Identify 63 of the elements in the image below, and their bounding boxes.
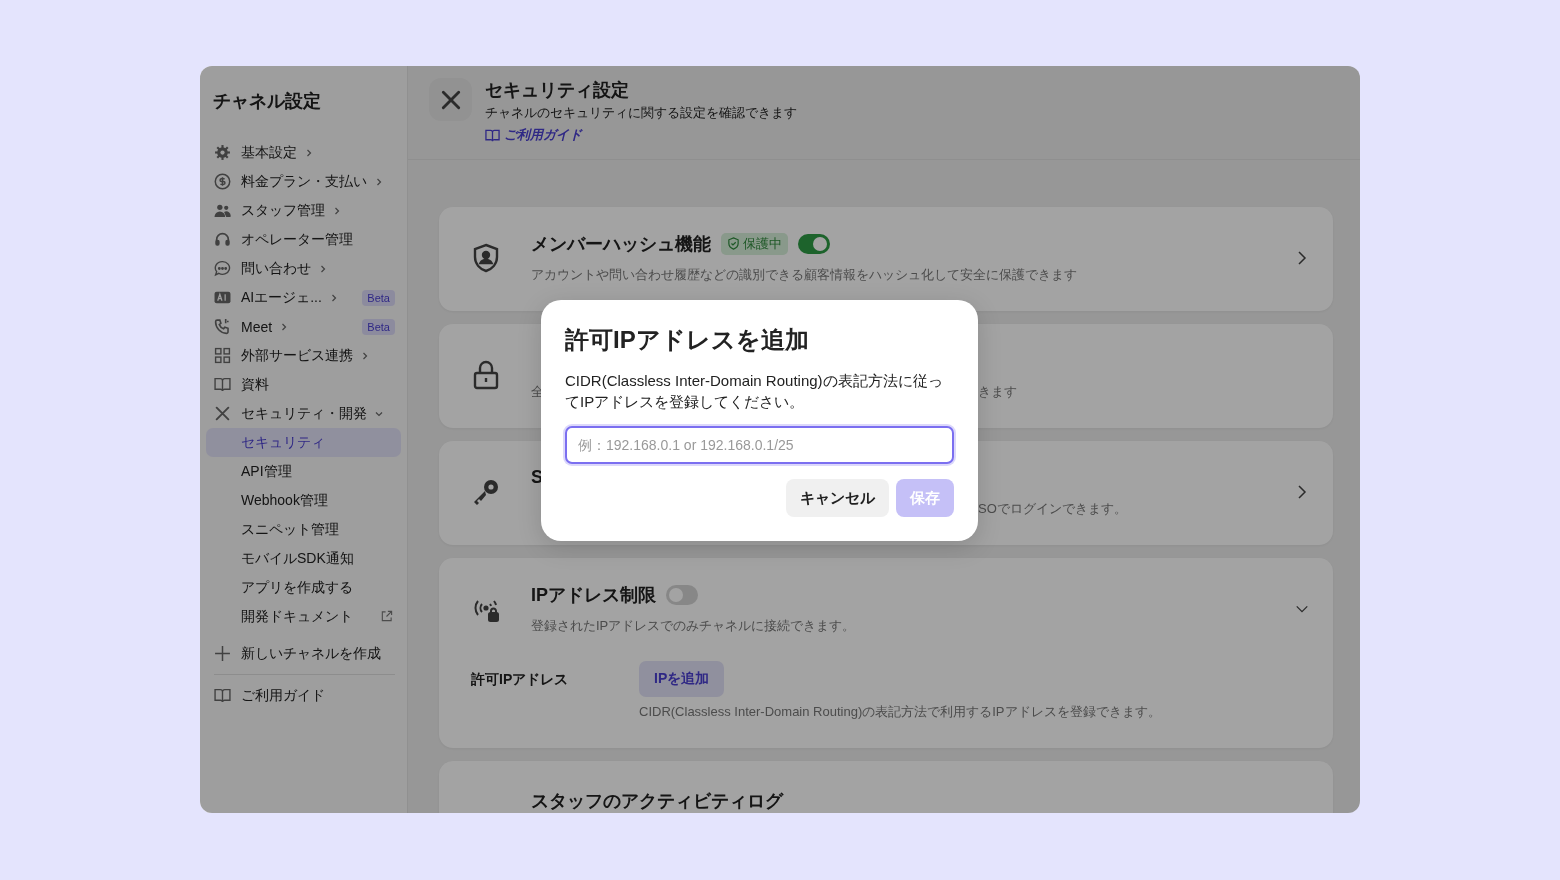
- field-label: 許可IPアドレス: [471, 669, 570, 689]
- sidebar-item[interactable]: 問い合わせ: [206, 254, 401, 283]
- toggle-switch[interactable]: [798, 233, 830, 254]
- sidebar-subitem[interactable]: Webhook管理: [206, 486, 401, 515]
- sidebar-title: チャネル設定: [212, 90, 322, 113]
- chat-icon: [214, 260, 231, 277]
- card-title: メンバーハッシュ機能: [531, 232, 711, 256]
- card-description: SOでログインできます。: [978, 499, 1127, 518]
- tools-icon: [214, 405, 231, 422]
- book-icon: [485, 127, 500, 143]
- chevron-right-icon[interactable]: [1295, 483, 1309, 500]
- sidebar-item[interactable]: 料金プラン・支払い: [206, 167, 401, 196]
- dialog-title: 許可IPアドレスを追加: [565, 325, 810, 355]
- chevron-right-icon: [374, 176, 384, 187]
- phone-icon: [214, 318, 231, 335]
- hint-text: CIDR(Classless Inter-Domain Routing)の表記方法で利用するIPアドレスを登録できます。: [639, 702, 1161, 721]
- book-icon: [214, 687, 231, 704]
- card-title: IPアドレス制限: [531, 583, 656, 607]
- sidebar-item[interactable]: スタッフ管理: [206, 196, 401, 225]
- grid-icon: [214, 347, 231, 364]
- sidebar-item[interactable]: セキュリティ・開発: [206, 399, 401, 428]
- chevron-right-icon: [318, 263, 328, 274]
- headset-icon: [214, 231, 231, 248]
- card-description: きます: [978, 382, 1017, 401]
- beta-badge: Beta: [362, 289, 395, 306]
- card-title: スタッフのアクティビティログ: [531, 789, 783, 813]
- create-channel-item[interactable]: 新しいチャネルを作成: [206, 639, 401, 668]
- sidebar-subitem[interactable]: API管理: [206, 457, 401, 486]
- sidebar-subitem[interactable]: モバイルSDK通知: [206, 544, 401, 573]
- dollar-icon: [214, 173, 231, 190]
- sidebar-subitem[interactable]: アプリを作成する: [206, 573, 401, 602]
- toggle-switch[interactable]: [666, 584, 698, 605]
- sidebar-item[interactable]: 外部サービス連携: [206, 341, 401, 370]
- chevron-right-icon[interactable]: [1295, 249, 1309, 266]
- sidebar-item[interactable]: Meet Beta: [206, 312, 401, 341]
- dialog-text: CIDR(Classless Inter-Domain Routing)の表記方法に従ってIPアドレスを登録してください。: [565, 371, 944, 412]
- tools-icon: [429, 78, 472, 121]
- sidebar-item[interactable]: AIエージェ... Beta: [206, 283, 401, 312]
- add-ip-button[interactable]: IPを追加: [639, 660, 725, 697]
- status-badge: 保護中: [721, 232, 788, 255]
- beta-badge: Beta: [362, 318, 395, 335]
- chevron-right-icon: [360, 350, 370, 361]
- chevron-right-icon: [332, 205, 342, 216]
- sidebar-item[interactable]: 資料: [206, 370, 401, 399]
- people-icon: [214, 202, 231, 219]
- card-description: アカウントや問い合わせ履歴などの識別できる顧客情報をハッシュ化して安全に保護できます: [531, 266, 1077, 282]
- ip-input-field[interactable]: 例：192.168.0.1 or 192.168.0.1/25: [565, 426, 954, 464]
- card-description: 登録されたIPアドレスでのみチャネルに接続できます。: [531, 617, 856, 633]
- book-icon: [214, 376, 231, 393]
- guide-item[interactable]: ご利用ガイド: [206, 681, 401, 710]
- page-subtitle: チャネルのセキュリティに関する設定を確認できます: [485, 104, 797, 122]
- sidebar-item[interactable]: オペレーター管理: [206, 225, 401, 254]
- guide-link[interactable]: ご利用ガイド: [485, 124, 582, 146]
- gear-icon: [214, 144, 231, 161]
- cancel-button[interactable]: キャンセル: [786, 479, 889, 517]
- page-title: セキュリティ設定: [485, 79, 630, 102]
- sidebar-subitem[interactable]: スニペット管理: [206, 515, 401, 544]
- plus-icon: [214, 645, 231, 662]
- ai-icon: [214, 289, 231, 306]
- sidebar-subitem[interactable]: 開発ドキュメント: [206, 602, 401, 631]
- chevron-right-icon: [304, 147, 314, 158]
- sidebar-item[interactable]: 基本設定: [206, 138, 401, 167]
- sidebar-subitem[interactable]: セキュリティ: [206, 428, 401, 457]
